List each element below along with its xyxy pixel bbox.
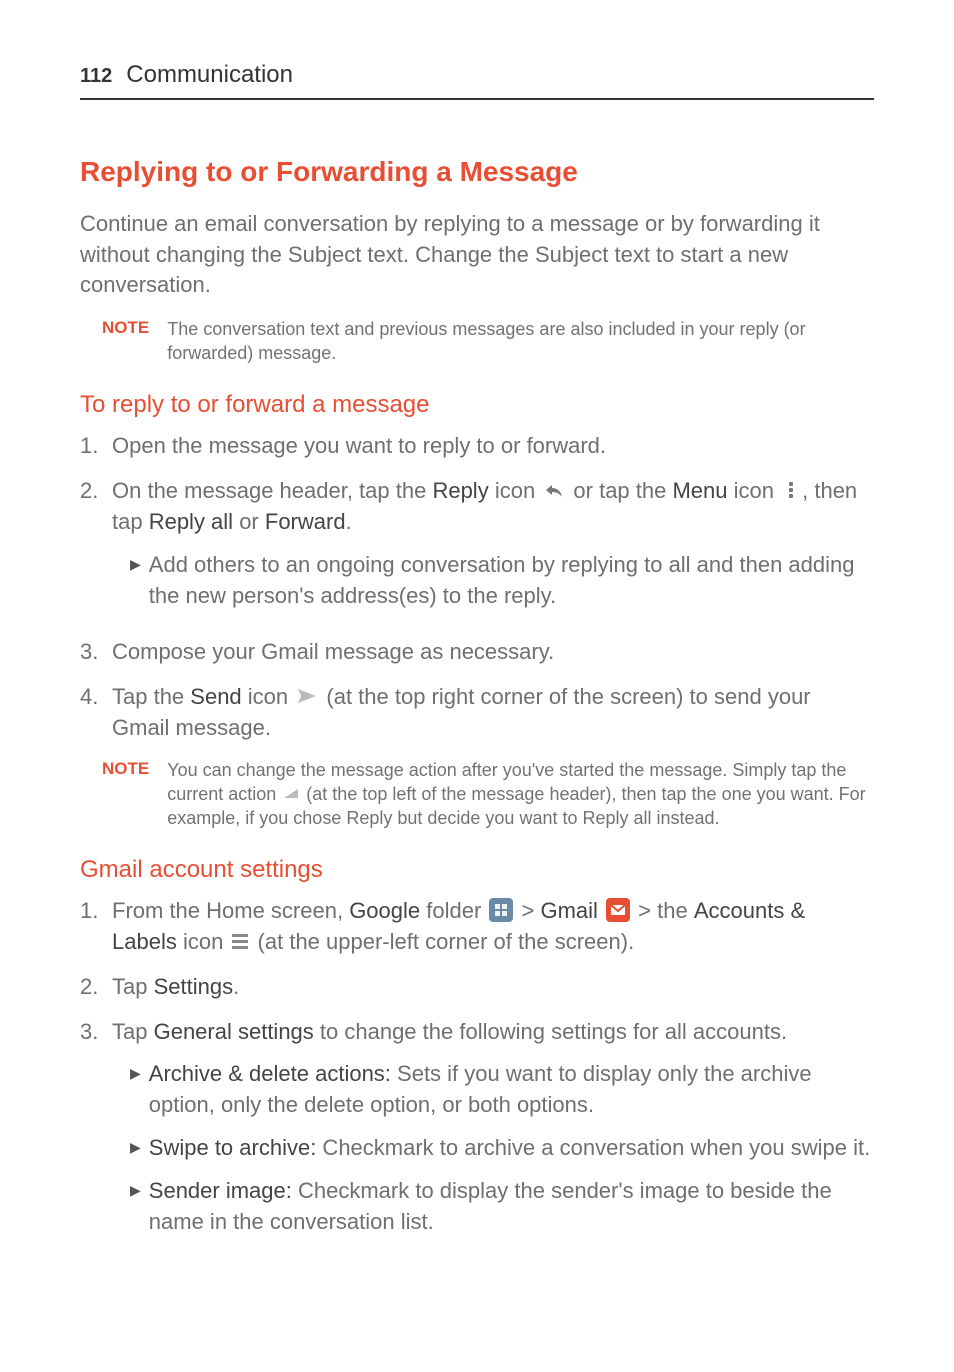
text: Tap [112, 974, 154, 999]
text: icon [728, 478, 781, 503]
note-1: NOTE The conversation text and previous … [102, 317, 874, 366]
note-text: The conversation text and previous messa… [167, 317, 874, 366]
step-content: Tap General settings to change the follo… [112, 1017, 874, 1250]
text: icon [242, 684, 295, 709]
gmail-label: Gmail [540, 898, 597, 923]
text: Tap [112, 1019, 154, 1044]
text: folder [420, 898, 487, 923]
step-number: 3. [80, 637, 104, 668]
list-item: 3. Compose your Gmail message as necessa… [80, 637, 874, 668]
list-item: 3. Tap General settings to change the fo… [80, 1017, 874, 1250]
list-item: 2. On the message header, tap the Reply … [80, 476, 874, 623]
send-icon [296, 685, 318, 707]
general-settings-label: General settings [154, 1019, 314, 1044]
step-number: 2. [80, 972, 104, 1003]
step-number: 2. [80, 476, 104, 623]
step-content: Open the message you want to reply to or… [112, 431, 874, 462]
list-item: 2. Tap Settings. [80, 972, 874, 1003]
bullet-text: Add others to an ongoing conversation by… [149, 550, 874, 612]
sub-bullet: ▶ Archive & delete actions: Sets if you … [130, 1059, 874, 1121]
step-number: 3. [80, 1017, 104, 1250]
list-item: 1. From the Home screen, Google folder >… [80, 896, 874, 958]
header-section-title: Communication [126, 58, 293, 92]
bullet-text: Archive & delete actions: Sets if you wa… [149, 1059, 874, 1121]
step-number: 1. [80, 896, 104, 958]
bullet-title: Sender image: [149, 1178, 292, 1203]
labels-menu-icon [231, 930, 249, 952]
note-label: NOTE [102, 758, 149, 831]
sub-bullet: ▶ Sender image: Checkmark to display the… [130, 1176, 874, 1238]
page-header: 112 Communication [80, 58, 874, 100]
text: icon [489, 478, 542, 503]
note-label: NOTE [102, 317, 149, 366]
text: On the message header, tap the [112, 478, 432, 503]
sub-bullet: ▶ Swipe to archive: Checkmark to archive… [130, 1133, 874, 1164]
list-item: 1. Open the message you want to reply to… [80, 431, 874, 462]
bullet-icon: ▶ [130, 1059, 141, 1121]
text: From the Home screen, [112, 898, 349, 923]
bullet-title: Archive & delete actions: [149, 1061, 391, 1086]
text: or [233, 509, 265, 534]
text: > [515, 898, 540, 923]
bullet-icon: ▶ [130, 1133, 141, 1164]
google-folder-icon [489, 898, 513, 922]
gmail-icon [606, 898, 630, 922]
action-dropdown-icon [283, 787, 299, 799]
text: . [233, 974, 239, 999]
text: icon [177, 929, 230, 954]
list-item: 4. Tap the Send icon (at the top right c… [80, 682, 874, 744]
step-content: From the Home screen, Google folder > Gm… [112, 896, 874, 958]
menu-icon [782, 479, 800, 501]
reply-label: Reply [432, 478, 488, 503]
step-content: Tap Settings. [112, 972, 874, 1003]
bullet-body: Checkmark to archive a conversation when… [316, 1135, 870, 1160]
bullet-icon: ▶ [130, 1176, 141, 1238]
step-content: Compose your Gmail message as necessary. [112, 637, 874, 668]
bullet-text: Swipe to archive: Checkmark to archive a… [149, 1133, 874, 1164]
bullet-title: Swipe to archive: [149, 1135, 317, 1160]
step-number: 4. [80, 682, 104, 744]
text: (at the upper-left corner of the screen)… [251, 929, 634, 954]
text: . [346, 509, 352, 534]
settings-label: Settings [154, 974, 234, 999]
google-label: Google [349, 898, 420, 923]
intro-paragraph: Continue an email conversation by replyi… [80, 209, 874, 301]
bullet-icon: ▶ [130, 550, 141, 612]
reply-steps-list: 1. Open the message you want to reply to… [80, 431, 874, 743]
text: or tap the [567, 478, 672, 503]
send-label: Send [190, 684, 241, 709]
note-2: NOTE You can change the message action a… [102, 758, 874, 831]
text: Tap the [112, 684, 190, 709]
main-title: Replying to or Forwarding a Message [80, 152, 874, 191]
text: to change the following settings for all… [314, 1019, 787, 1044]
forward-label: Forward [265, 509, 346, 534]
bullet-text: Sender image: Checkmark to display the s… [149, 1176, 874, 1238]
menu-label: Menu [672, 478, 727, 503]
subheading-gmail-settings: Gmail account settings [80, 853, 874, 887]
gmail-steps-list: 1. From the Home screen, Google folder >… [80, 896, 874, 1249]
subheading-reply-forward: To reply to or forward a message [80, 388, 874, 422]
note-text: You can change the message action after … [167, 758, 874, 831]
reply-all-label: Reply all [149, 509, 233, 534]
step-number: 1. [80, 431, 104, 462]
text: > the [632, 898, 694, 923]
reply-icon [543, 479, 565, 501]
step-content: Tap the Send icon (at the top right corn… [112, 682, 874, 744]
page-number: 112 [80, 62, 112, 90]
step-content: On the message header, tap the Reply ico… [112, 476, 874, 623]
sub-bullet: ▶ Add others to an ongoing conversation … [130, 550, 874, 612]
